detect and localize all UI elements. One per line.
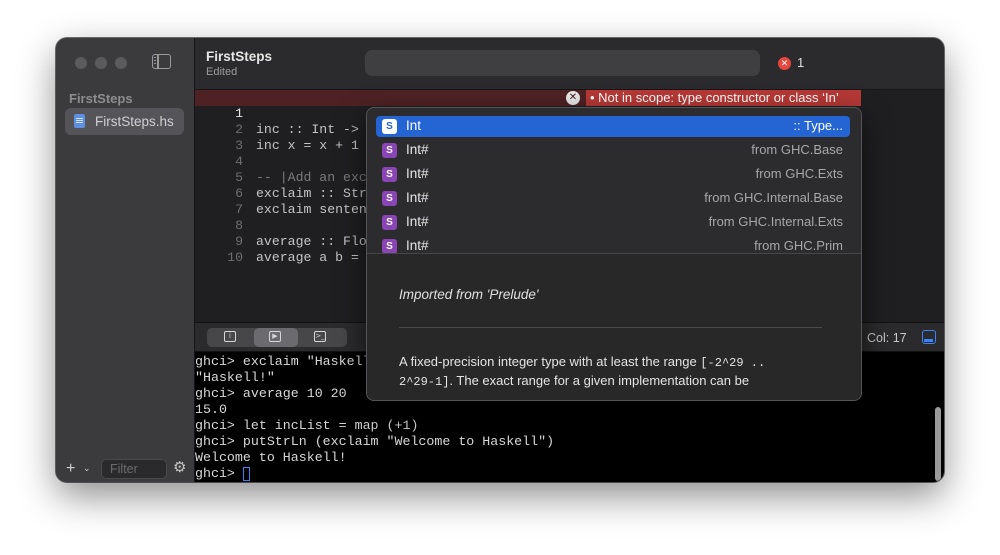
- info-icon: i: [224, 331, 236, 342]
- document-status: Edited: [206, 66, 238, 78]
- symbol-icon: S: [382, 215, 397, 230]
- completion-item[interactable]: S Int# from GHC.Internal.Base: [376, 188, 850, 209]
- document-title: FirstSteps: [206, 49, 273, 64]
- symbol-icon: S: [382, 119, 397, 134]
- activity-bar: [365, 50, 760, 76]
- cursor-column: Col: 17: [867, 331, 907, 345]
- completion-item[interactable]: S Int# from GHC.Exts: [376, 164, 850, 185]
- completion-name: Int#: [406, 190, 429, 205]
- symbol-icon: S: [382, 143, 397, 158]
- minimize-window-button[interactable]: [95, 57, 107, 69]
- completion-popup: S Int :: Type... S Int# from GHC.Base S …: [366, 107, 862, 401]
- doc-divider: [399, 327, 822, 328]
- completion-detail: from GHC.Exts: [755, 166, 843, 181]
- error-icon[interactable]: ✕: [566, 91, 580, 105]
- sidebar-toggle-icon[interactable]: [152, 54, 171, 69]
- console-line: ghci> average 10 20: [195, 386, 347, 401]
- symbol-icon: S: [382, 191, 397, 206]
- panel-segmented-control[interactable]: i ▶ >_: [207, 328, 347, 347]
- documentation-panel: Imported from 'Prelude' A fixed-precisio…: [367, 254, 861, 400]
- tab-console[interactable]: >_: [299, 328, 343, 347]
- console-line: ghci> let incList = map (+1): [195, 418, 419, 433]
- text-cursor: [243, 467, 250, 481]
- file-label: FirstSteps.hs: [95, 114, 174, 129]
- console-line: "Haskell!": [195, 370, 275, 385]
- document-icon: [74, 114, 85, 128]
- completion-detail: from GHC.Base: [751, 142, 843, 157]
- toolbar: FirstSteps Edited ✕ 1: [195, 38, 944, 90]
- console-scrollbar[interactable]: [935, 407, 941, 481]
- completion-item[interactable]: S Int# from GHC.Internal.Exts: [376, 212, 850, 233]
- line-code: average a b =: [256, 250, 359, 265]
- filter-field[interactable]: [101, 459, 167, 479]
- console-line: ghci> putStrLn (exclaim "Welcome to Hask…: [195, 434, 555, 449]
- sidebar-item-firststeps-hs[interactable]: FirstSteps.hs: [65, 108, 184, 135]
- symbol-icon: S: [382, 239, 397, 254]
- doc-text: A fixed-precision integer type with at l…: [399, 354, 701, 369]
- tab-info[interactable]: i: [209, 328, 253, 347]
- doc-code: 2^29-1]: [399, 375, 450, 389]
- play-icon: ▶: [269, 331, 281, 342]
- console-line: ghci> exclaim "Haskell: [195, 354, 371, 369]
- chevron-down-icon[interactable]: ⌄: [83, 463, 91, 474]
- completion-detail: from GHC.Internal.Base: [704, 190, 843, 205]
- completion-detail: from GHC.Prim: [754, 238, 843, 253]
- completion-item[interactable]: S Int# from GHC.Base: [376, 140, 850, 161]
- close-window-button[interactable]: [75, 57, 87, 69]
- tab-run[interactable]: ▶: [254, 328, 298, 347]
- error-indicator[interactable]: ✕ 1: [778, 55, 805, 71]
- completion-detail: :: Type...: [793, 118, 843, 133]
- error-icon: ✕: [778, 57, 791, 71]
- gear-icon[interactable]: ⚙: [173, 458, 186, 476]
- symbol-icon: S: [382, 167, 397, 182]
- console-line: Welcome to Haskell!: [195, 450, 347, 465]
- completion-name: Int#: [406, 166, 429, 181]
- error-message: • Not in scope: type constructor or clas…: [586, 90, 861, 106]
- add-button[interactable]: +: [66, 460, 75, 478]
- console-line: 15.0: [195, 402, 227, 417]
- doc-text: . The exact range for a given implementa…: [449, 373, 750, 388]
- inline-error[interactable]: ✕ • Not in scope: type constructor or cl…: [566, 90, 861, 106]
- completion-name: Int#: [406, 214, 429, 229]
- doc-code: [-2^29 ..: [700, 356, 766, 370]
- completion-name: Int: [406, 118, 422, 133]
- sidebar: FirstSteps FirstSteps.hs + ⌄ ⚙: [56, 38, 195, 482]
- doc-import-source: Imported from 'Prelude': [399, 287, 539, 302]
- project-title: FirstSteps: [69, 91, 133, 106]
- error-count: 1: [797, 55, 805, 70]
- line-number: 10: [227, 250, 243, 265]
- doc-description: A fixed-precision integer type with at l…: [399, 353, 819, 391]
- completion-name: Int#: [406, 142, 429, 157]
- zoom-window-button[interactable]: [115, 57, 127, 69]
- completion-item[interactable]: S Int :: Type...: [376, 116, 850, 137]
- completion-detail: from GHC.Internal.Exts: [708, 214, 843, 229]
- panel-toggle-icon[interactable]: [922, 330, 936, 344]
- filter-input[interactable]: [102, 460, 166, 478]
- completion-name: Int#: [406, 238, 429, 253]
- console-prompt[interactable]: ghci>: [195, 466, 243, 482]
- terminal-icon: >_: [314, 331, 326, 342]
